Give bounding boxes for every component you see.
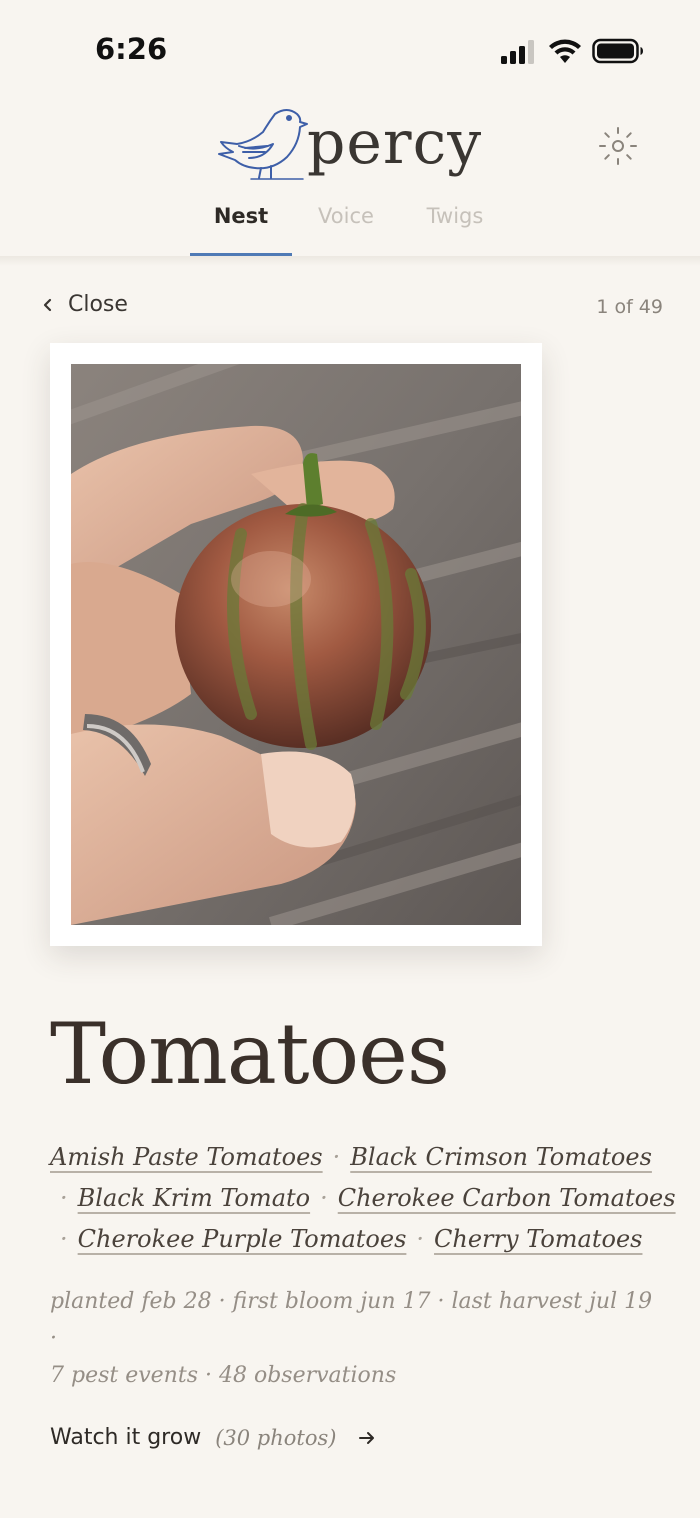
status-time: 6:26 bbox=[95, 32, 168, 66]
photo-count: (30 photos) bbox=[215, 1425, 337, 1450]
stats-line: planted feb 28 · first bloom jun 17 · la… bbox=[50, 1289, 653, 1351]
status-bar: 6:26 bbox=[0, 0, 700, 100]
close-button[interactable]: Close bbox=[40, 292, 128, 317]
variety-link[interactable]: Cherokee Purple Tomatoes bbox=[78, 1225, 407, 1253]
plant-stats: planted feb 28 · first bloom jun 17 · la… bbox=[50, 1283, 660, 1394]
header-divider bbox=[0, 256, 700, 266]
wifi-icon bbox=[549, 39, 581, 63]
plant-title: Tomatoes bbox=[50, 1005, 450, 1103]
plant-photo bbox=[71, 364, 521, 925]
variety-link[interactable]: Cherry Tomatoes bbox=[434, 1225, 642, 1253]
separator-dot: · bbox=[60, 1225, 68, 1253]
arrow-right-icon bbox=[359, 1431, 375, 1444]
signal-icon bbox=[501, 40, 534, 64]
percy-logo[interactable]: percy bbox=[215, 102, 495, 187]
battery-icon bbox=[592, 38, 643, 64]
app-wordmark: percy bbox=[307, 108, 483, 178]
tomato-in-hand-image bbox=[71, 364, 521, 925]
tab-voice[interactable]: Voice bbox=[292, 190, 400, 256]
separator-dot: · bbox=[416, 1225, 425, 1253]
watch-label: Watch it grow bbox=[50, 1425, 202, 1450]
stats-line: 7 pest events · 48 observations bbox=[50, 1363, 397, 1388]
variety-link[interactable]: Black Krim Tomato bbox=[78, 1184, 310, 1212]
separator-dot: · bbox=[320, 1184, 328, 1212]
bird-logo-icon bbox=[218, 109, 308, 180]
tab-twigs[interactable]: Twigs bbox=[400, 190, 510, 256]
app-header: percy Nest Voice Twigs bbox=[0, 90, 700, 256]
separator-dot: · bbox=[60, 1184, 68, 1212]
photo-card[interactable] bbox=[50, 343, 542, 946]
separator-dot: · bbox=[332, 1143, 341, 1171]
close-label: Close bbox=[68, 292, 128, 317]
sun-settings-icon[interactable] bbox=[597, 125, 639, 167]
variety-link[interactable]: Amish Paste Tomatoes bbox=[50, 1143, 323, 1171]
watch-it-grow-link[interactable]: Watch it grow (30 photos) bbox=[50, 1425, 376, 1450]
variety-list: Amish Paste Tomatoes · Black Crimson Tomat… bbox=[50, 1137, 676, 1260]
tab-nest[interactable]: Nest bbox=[190, 190, 292, 256]
chevron-left-icon bbox=[43, 298, 52, 311]
variety-link[interactable]: Black Crimson Tomatoes bbox=[350, 1143, 652, 1171]
variety-link[interactable]: Cherokee Carbon Tomatoes bbox=[338, 1184, 676, 1212]
photo-counter: 1 of 49 bbox=[596, 296, 663, 318]
tab-bar: Nest Voice Twigs bbox=[190, 190, 510, 256]
